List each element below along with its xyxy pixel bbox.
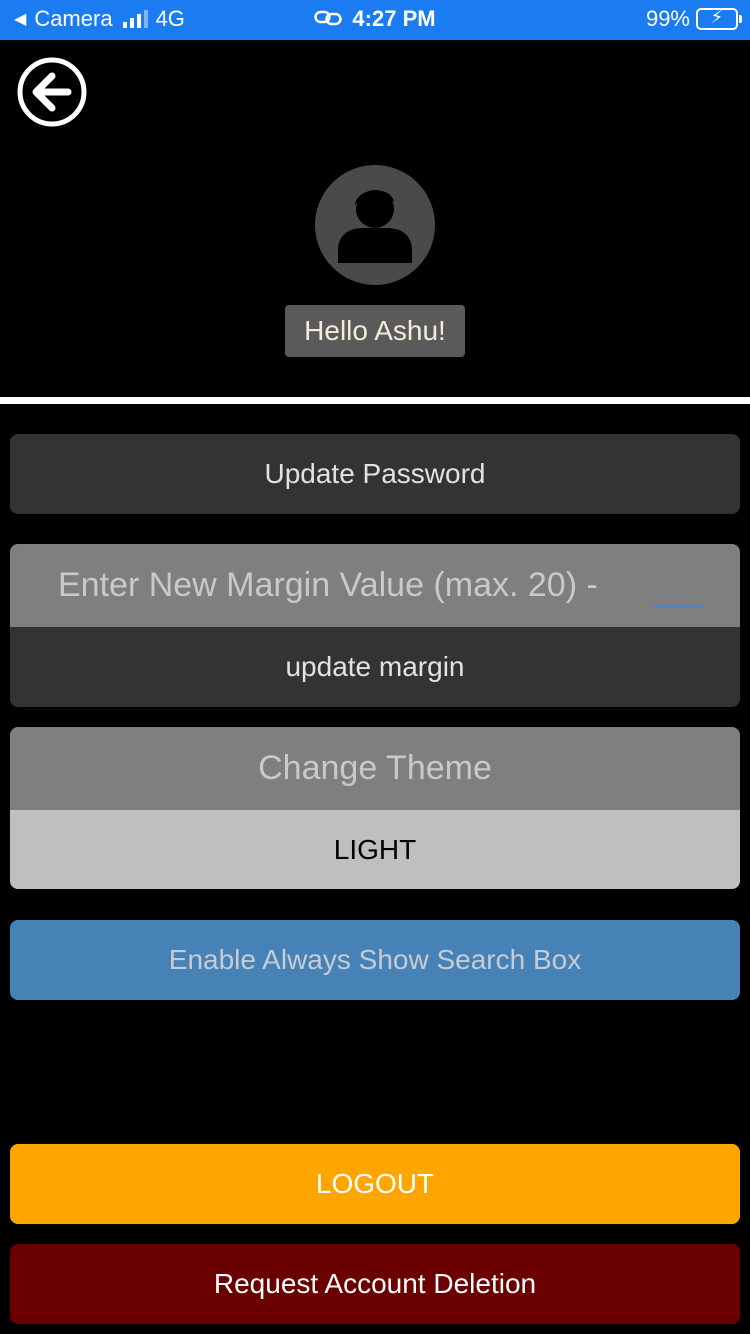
status-right: 99% ⚡ (645, 6, 742, 32)
change-theme-label: Change Theme (10, 727, 740, 810)
battery-percent: 99% (645, 6, 690, 31)
request-account-deletion-button[interactable]: Request Account Deletion (10, 1244, 740, 1324)
status-bar: ◀ Camera 4G 4:27 PM 99% ⚡ (0, 0, 750, 40)
margin-input[interactable] (653, 605, 703, 607)
greeting-label: Hello Ashu! (285, 305, 465, 357)
battery-icon: ⚡ (696, 7, 742, 30)
charging-bolt-icon: ⚡ (710, 7, 724, 27)
update-margin-button[interactable]: update margin (10, 627, 740, 707)
logout-button[interactable]: LOGOUT (10, 1144, 740, 1224)
update-password-button[interactable]: Update Password (10, 434, 740, 514)
enable-search-box-button[interactable]: Enable Always Show Search Box (10, 920, 740, 1000)
theme-toggle-button[interactable]: LIGHT (10, 810, 740, 889)
link-icon (314, 10, 343, 26)
arrow-left-circle-icon[interactable] (16, 56, 88, 128)
margin-settings-card: Enter New Margin Value (max. 20) - updat… (10, 544, 740, 707)
margin-input-row[interactable]: Enter New Margin Value (max. 20) - (10, 544, 740, 627)
avatar (315, 165, 435, 285)
theme-settings-card: Change Theme LIGHT (10, 727, 740, 889)
divider (0, 397, 750, 404)
margin-input-label: Enter New Margin Value (max. 20) - (58, 566, 598, 604)
status-center: 4:27 PM (0, 6, 750, 32)
clock: 4:27 PM (352, 6, 436, 31)
user-avatar-icon (338, 190, 412, 263)
